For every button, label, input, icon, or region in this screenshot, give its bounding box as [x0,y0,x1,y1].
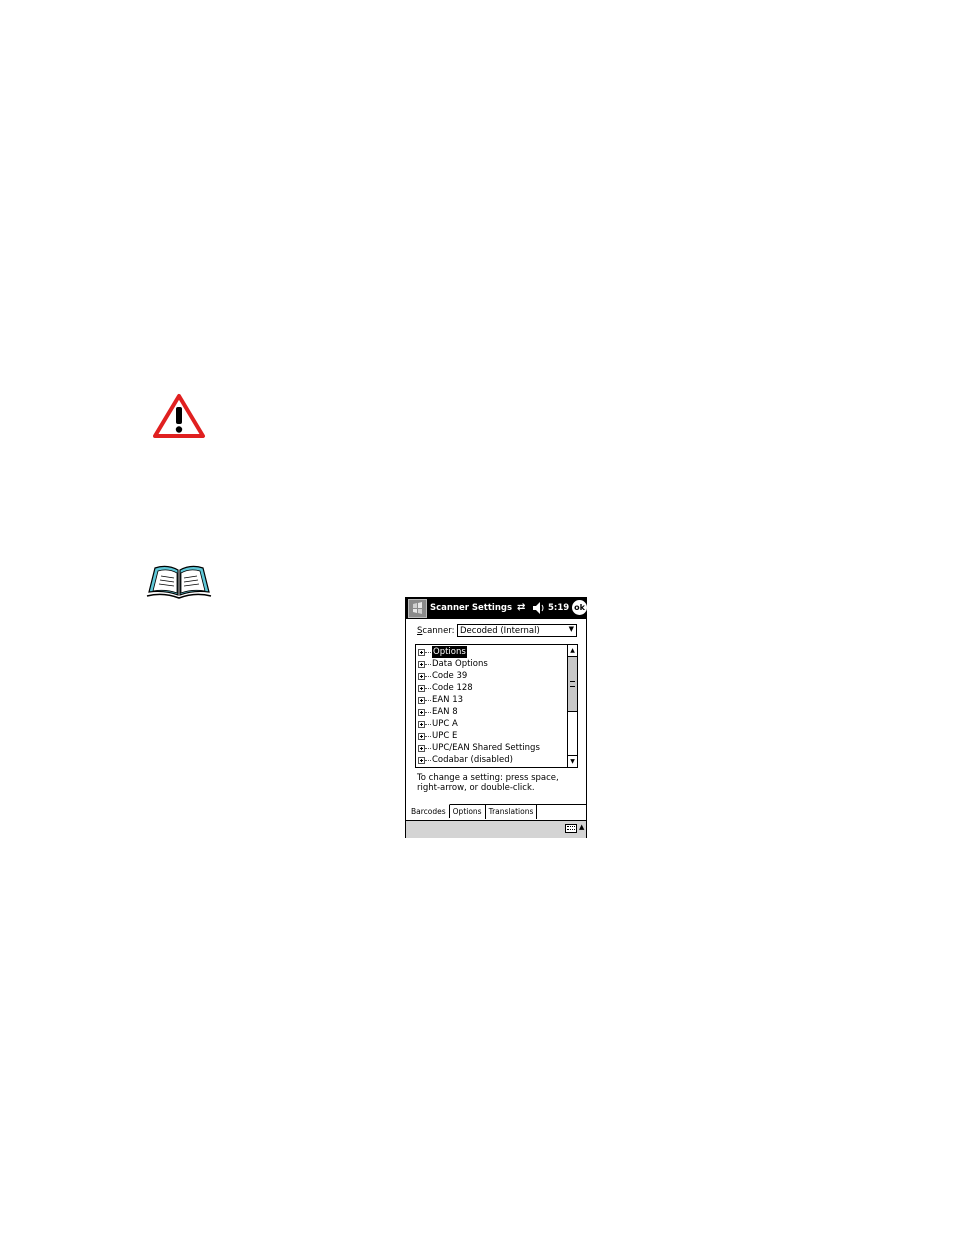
help-text: To change a setting: press space, right-… [417,773,559,793]
tree-item-label: Data Options [432,659,488,669]
barcode-tree-view[interactable]: Options Data Options Code 39 Code 128 EAN 13… [415,644,578,768]
expand-plus-icon[interactable] [418,756,425,764]
tree-item[interactable]: Code 128 [418,682,540,694]
ok-button[interactable]: ok [572,600,587,615]
grip-icon [570,681,575,687]
tree-connector [425,651,431,653]
tree-item[interactable]: Data Options [418,658,540,670]
tree-item[interactable]: EAN 8 [418,706,540,718]
tree-item-label: EAN 13 [432,695,464,705]
tree-item-label: Options [432,646,467,658]
tree-connector [425,687,431,689]
tree-item-label: UPC A [432,719,458,729]
tab-translations[interactable]: Translations [486,805,538,819]
scanner-settings-window: Scanner Settings ⇄ 5:19 ok Scanner: Deco… [405,597,587,838]
scroll-thumb[interactable] [568,657,577,712]
scroll-down-arrow-icon[interactable]: ▼ [568,755,577,767]
tree-item-label: UPC/EAN Shared Settings [432,743,540,753]
expand-plus-icon[interactable] [418,672,425,680]
tree-item[interactable]: Codabar (disabled) [418,754,540,766]
tree-connector [425,735,431,737]
start-menu-button[interactable] [408,599,427,618]
menu-bar: ▲ [406,820,586,838]
tree-item-label: Code 39 [432,671,468,681]
title-bar: Scanner Settings ⇄ 5:19 ok [406,598,587,619]
note-book-icon [146,565,212,599]
tree-connector [425,663,431,665]
expand-plus-icon[interactable] [418,684,425,692]
scanner-dropdown-value: Decoded (Internal) [460,626,540,636]
expand-plus-icon[interactable] [418,696,425,704]
expand-plus-icon[interactable] [418,708,425,716]
tree-connector [425,711,431,713]
tab-barcodes[interactable]: Barcodes [408,804,450,818]
tree-connector [425,759,431,761]
sip-up-arrow-icon[interactable]: ▲ [579,823,584,831]
scanner-label: Scanner: [417,626,455,636]
tree-connector [425,723,431,725]
scroll-up-arrow-icon[interactable]: ▲ [568,645,577,657]
connectivity-icon[interactable]: ⇄ [517,602,525,613]
warning-icon [153,394,205,438]
tree-item-label: EAN 8 [432,707,458,717]
tree-connector [425,699,431,701]
window-title: Scanner Settings [430,603,513,613]
expand-plus-icon[interactable] [418,744,425,752]
tree-connector [425,747,431,749]
tree-connector [425,675,431,677]
tree-list: Options Data Options Code 39 Code 128 EAN 13… [418,646,540,766]
tree-item[interactable]: UPC/EAN Shared Settings [418,742,540,754]
tree-item[interactable]: UPC E [418,730,540,742]
tree-item[interactable]: EAN 13 [418,694,540,706]
tree-item-label: UPC E [432,731,458,741]
tree-item[interactable]: UPC A [418,718,540,730]
windows-flag-icon [413,602,422,614]
expand-plus-icon[interactable] [418,732,425,740]
tree-scrollbar[interactable]: ▲ ▼ [567,645,577,767]
scanner-dropdown[interactable]: Decoded (Internal) ▼ [457,624,577,637]
tree-item[interactable]: Code 39 [418,670,540,682]
expand-plus-icon[interactable] [418,720,425,728]
expand-plus-icon[interactable] [418,660,425,668]
tab-strip: Barcodes Options Translations [408,804,586,820]
keyboard-icon[interactable] [565,824,577,833]
tree-item-label: Code 128 [432,683,473,693]
tree-item-label: Codabar (disabled) [432,755,513,765]
tree-item[interactable]: Options [418,646,540,658]
tab-options[interactable]: Options [450,805,486,819]
expand-plus-icon[interactable] [418,648,425,656]
clock[interactable]: 5:19 [548,603,569,613]
chevron-down-icon: ▼ [568,625,574,633]
speaker-icon[interactable] [532,601,545,615]
